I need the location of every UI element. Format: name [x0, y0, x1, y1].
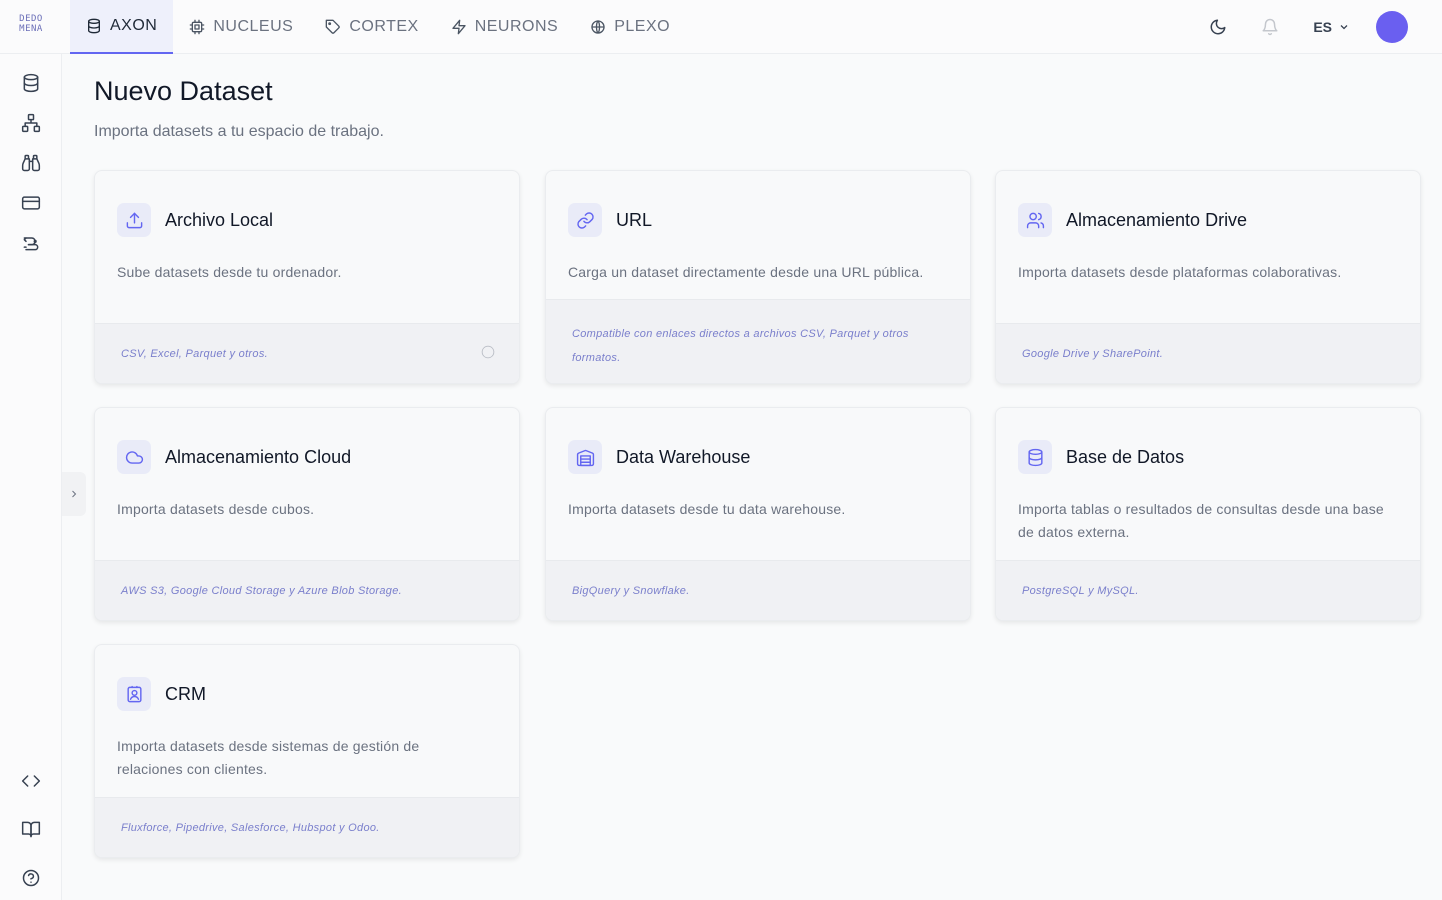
- card-description: Importa datasets desde plataformas colab…: [1018, 264, 1342, 280]
- tab-label: AXON: [110, 17, 158, 34]
- chevron-down-icon: [1340, 25, 1348, 30]
- globe-icon: [591, 20, 605, 34]
- brain-icon[interactable]: [21, 233, 41, 253]
- top-right-controls: ES: [1209, 0, 1408, 54]
- hierarchy-icon[interactable]: [21, 113, 41, 133]
- page-title: Nuevo Dataset: [94, 76, 273, 106]
- card-description: Importa datasets desde tu data warehouse…: [568, 501, 846, 517]
- contact-icon: [126, 685, 142, 702]
- sidebar-expand-button[interactable]: [62, 472, 86, 516]
- card-footer: Compatible con enlaces directos a archiv…: [546, 299, 970, 383]
- users-icon: [1026, 212, 1044, 228]
- card-footer: PostgreSQL y MySQL.: [996, 560, 1420, 620]
- binoculars-icon[interactable]: [21, 153, 41, 173]
- tab-label: NUCLEUS: [213, 18, 294, 35]
- chevron-right-icon: [72, 490, 77, 498]
- warehouse-icon: [576, 449, 594, 466]
- sidebar: [0, 54, 62, 900]
- card-description: Carga un dataset directamente desde una …: [568, 264, 924, 280]
- card-drive-storage[interactable]: Almacenamiento Drive Importa datasets de…: [995, 170, 1421, 384]
- card-data-warehouse[interactable]: Data Warehouse Importa datasets desde tu…: [545, 407, 971, 621]
- card-icon[interactable]: [21, 193, 41, 213]
- language-label: ES: [1313, 19, 1332, 35]
- card-footer: Google Drive y SharePoint.: [996, 323, 1420, 383]
- database-icon: [88, 18, 100, 34]
- database-icon[interactable]: [21, 73, 41, 93]
- card-icon-badge: [117, 677, 151, 711]
- card-crm[interactable]: CRM Importa datasets desde sistemas de g…: [94, 644, 520, 858]
- card-footer-text: PostgreSQL y MySQL.: [1022, 584, 1139, 597]
- card-footer: BigQuery y Snowflake.: [546, 560, 970, 620]
- card-cloud-storage[interactable]: Almacenamiento Cloud Importa datasets de…: [94, 407, 520, 621]
- card-description: Sube datasets desde tu ordenador.: [117, 264, 342, 280]
- tab-label: CORTEX: [349, 18, 419, 35]
- tab-cortex[interactable]: CORTEX: [309, 0, 434, 54]
- moon-icon[interactable]: [1209, 18, 1227, 36]
- card-title: Archivo Local: [165, 210, 274, 230]
- lightning-icon: [452, 19, 466, 35]
- card-footer-text: Fluxforce, Pipedrive, Salesforce, Hubspo…: [121, 821, 380, 834]
- card-description: Importa datasets desde sistemas de gesti…: [117, 738, 420, 777]
- avatar[interactable]: [1376, 11, 1408, 43]
- card-icon-badge: [1018, 440, 1052, 474]
- link-icon: [576, 211, 594, 229]
- card-icon-badge: [117, 440, 151, 474]
- page-subtitle: Importa datasets a tu espacio de trabajo…: [94, 123, 384, 140]
- app-logo[interactable]: DEDO MENA: [14, 14, 48, 34]
- card-title: CRM: [165, 684, 206, 704]
- language-selector[interactable]: ES: [1313, 19, 1350, 35]
- logo-line-2: MENA: [19, 24, 43, 34]
- upload-icon: [126, 212, 142, 228]
- card-url[interactable]: URL Carga un dataset directamente desde …: [545, 170, 971, 384]
- card-description: Importa tablas o resultados de consultas…: [1018, 501, 1384, 540]
- tab-axon[interactable]: AXON: [70, 0, 174, 54]
- card-footer-text: CSV, Excel, Parquet y otros.: [121, 347, 268, 360]
- logo-line-1: DEDO: [19, 14, 43, 24]
- info-icon[interactable]: [481, 345, 495, 359]
- cloud-icon: [125, 450, 143, 464]
- card-footer: CSV, Excel, Parquet y otros.: [95, 323, 519, 383]
- card-title: Almacenamiento Drive: [1066, 210, 1248, 230]
- card-description: Importa datasets desde cubos.: [117, 501, 315, 517]
- card-footer: Fluxforce, Pipedrive, Salesforce, Hubspo…: [95, 797, 519, 857]
- database-icon: [1027, 448, 1043, 466]
- cpu-icon: [190, 19, 205, 35]
- card-footer-text: Google Drive y SharePoint.: [1022, 347, 1164, 360]
- card-title: Almacenamiento Cloud: [165, 447, 352, 467]
- help-icon[interactable]: [21, 868, 41, 888]
- card-icon-badge: [568, 440, 602, 474]
- tab-label: NEURONS: [474, 18, 559, 35]
- card-icon-badge: [1018, 203, 1052, 237]
- code-icon[interactable]: [21, 771, 41, 791]
- card-footer-text: AWS S3, Google Cloud Storage y Azure Blo…: [121, 584, 402, 597]
- card-footer: AWS S3, Google Cloud Storage y Azure Blo…: [95, 560, 519, 620]
- card-icon-badge: [117, 203, 151, 237]
- card-title: Base de Datos: [1066, 447, 1185, 467]
- module-tabs: AXON NUCLEUS CORTEX NEURONS PLEXO: [70, 0, 686, 54]
- tab-label: PLEXO: [614, 18, 671, 35]
- top-bar: DEDO MENA AXON NUCLEUS CORTEX NEURONS PL…: [0, 0, 1442, 54]
- card-footer-text: BigQuery y Snowflake.: [572, 584, 690, 597]
- card-database[interactable]: Base de Datos Importa tablas o resultado…: [995, 407, 1421, 621]
- card-title: URL: [616, 210, 653, 230]
- tag-icon: [325, 19, 341, 34]
- tab-nucleus[interactable]: NUCLEUS: [173, 0, 309, 54]
- card-footer-text: Compatible con enlaces directos a archiv…: [572, 327, 909, 364]
- card-icon-badge: [568, 203, 602, 237]
- card-local-file[interactable]: Archivo Local Sube datasets desde tu ord…: [94, 170, 520, 384]
- book-icon[interactable]: [21, 819, 41, 839]
- tab-neurons[interactable]: NEURONS: [435, 0, 575, 54]
- tab-plexo[interactable]: PLEXO: [574, 0, 686, 54]
- card-title: Data Warehouse: [616, 447, 751, 467]
- bell-icon[interactable]: [1261, 18, 1279, 36]
